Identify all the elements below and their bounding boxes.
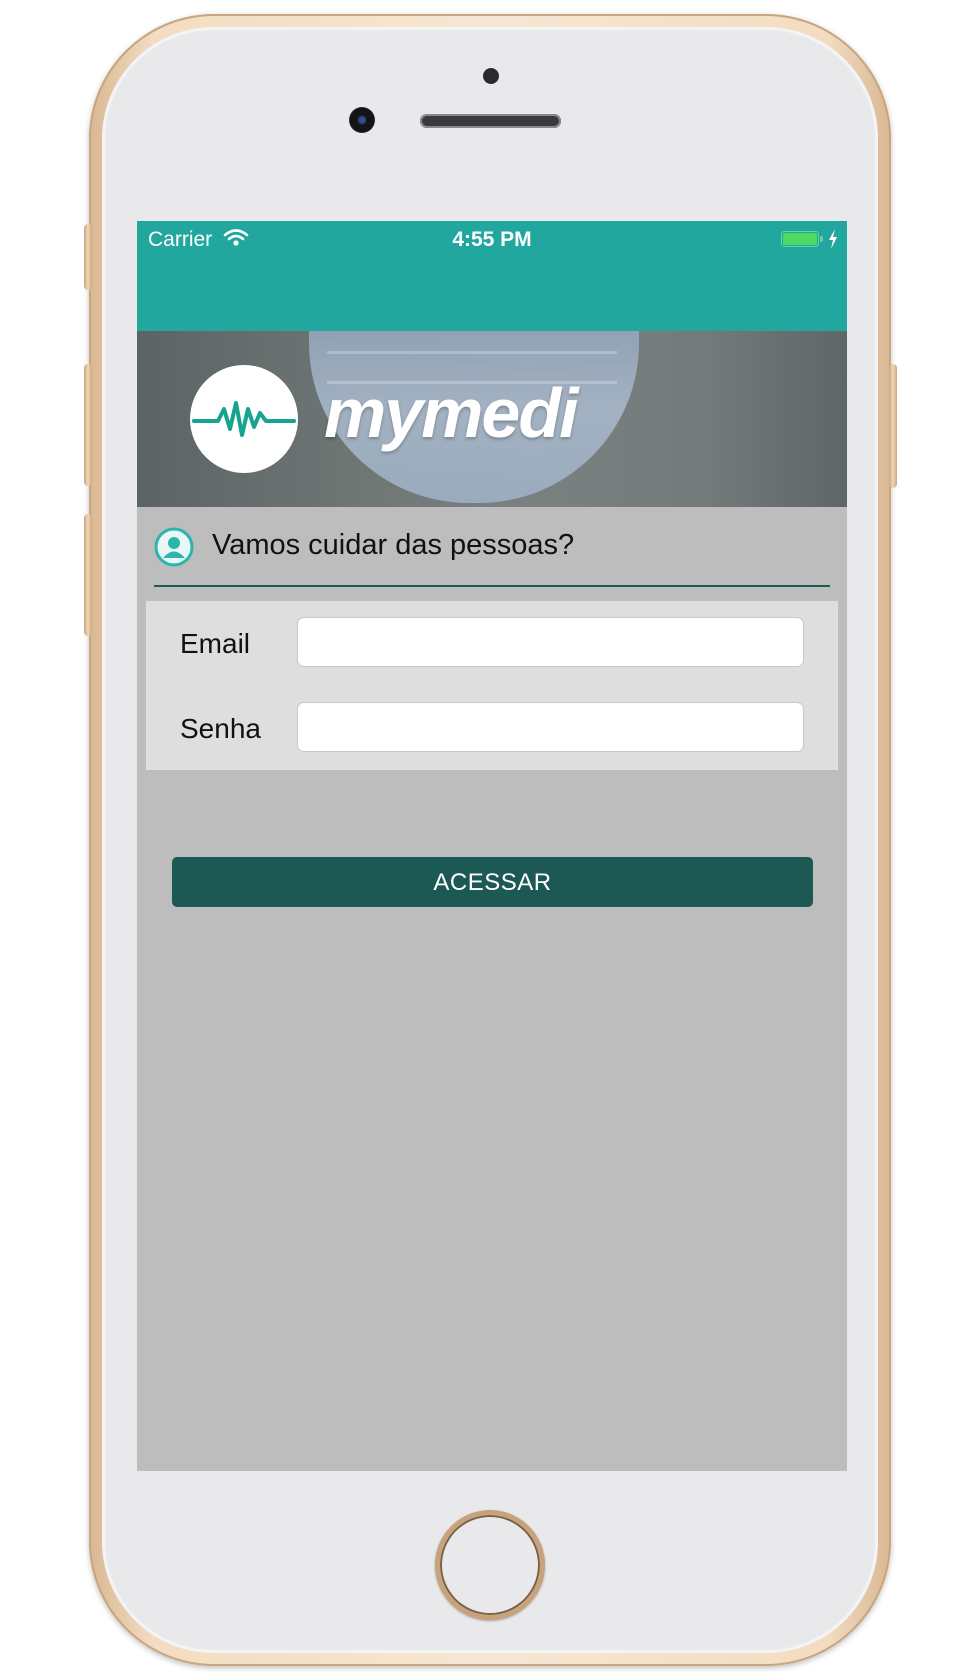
banner-photo-fold: [327, 351, 617, 354]
status-bar: Carrier 4:55 PM: [137, 221, 847, 331]
earpiece-speaker: [420, 114, 561, 128]
heartbeat-icon: [192, 401, 296, 437]
status-time: 4:55 PM: [452, 228, 532, 251]
charging-icon: [829, 229, 837, 249]
front-camera: [349, 107, 375, 133]
logo-badge: [190, 365, 298, 473]
volume-up-button: [84, 364, 92, 486]
home-button[interactable]: [435, 1510, 545, 1620]
logo-wordmark: mymedi: [324, 374, 579, 452]
welcome-heading: Vamos cuidar das pessoas?: [212, 529, 575, 561]
welcome-row: Vamos cuidar das pessoas?: [154, 507, 830, 587]
volume-down-button: [84, 514, 92, 636]
mute-switch: [84, 224, 92, 290]
proximity-sensor: [483, 68, 499, 84]
battery-icon: [781, 231, 819, 247]
battery-tip: [820, 236, 823, 242]
login-form: Email Senha: [146, 601, 838, 770]
password-field[interactable]: [297, 702, 804, 752]
power-button: [889, 364, 897, 488]
email-label: Email: [180, 628, 251, 659]
user-icon: [154, 527, 194, 567]
access-button[interactable]: ACESSAR: [172, 857, 813, 907]
header-banner: mymedi: [137, 331, 847, 507]
email-field[interactable]: [297, 617, 804, 667]
password-label: Senha: [180, 713, 261, 744]
app-screen: Carrier 4:55 PM mymedi Vamos cuidar das …: [137, 221, 847, 1471]
